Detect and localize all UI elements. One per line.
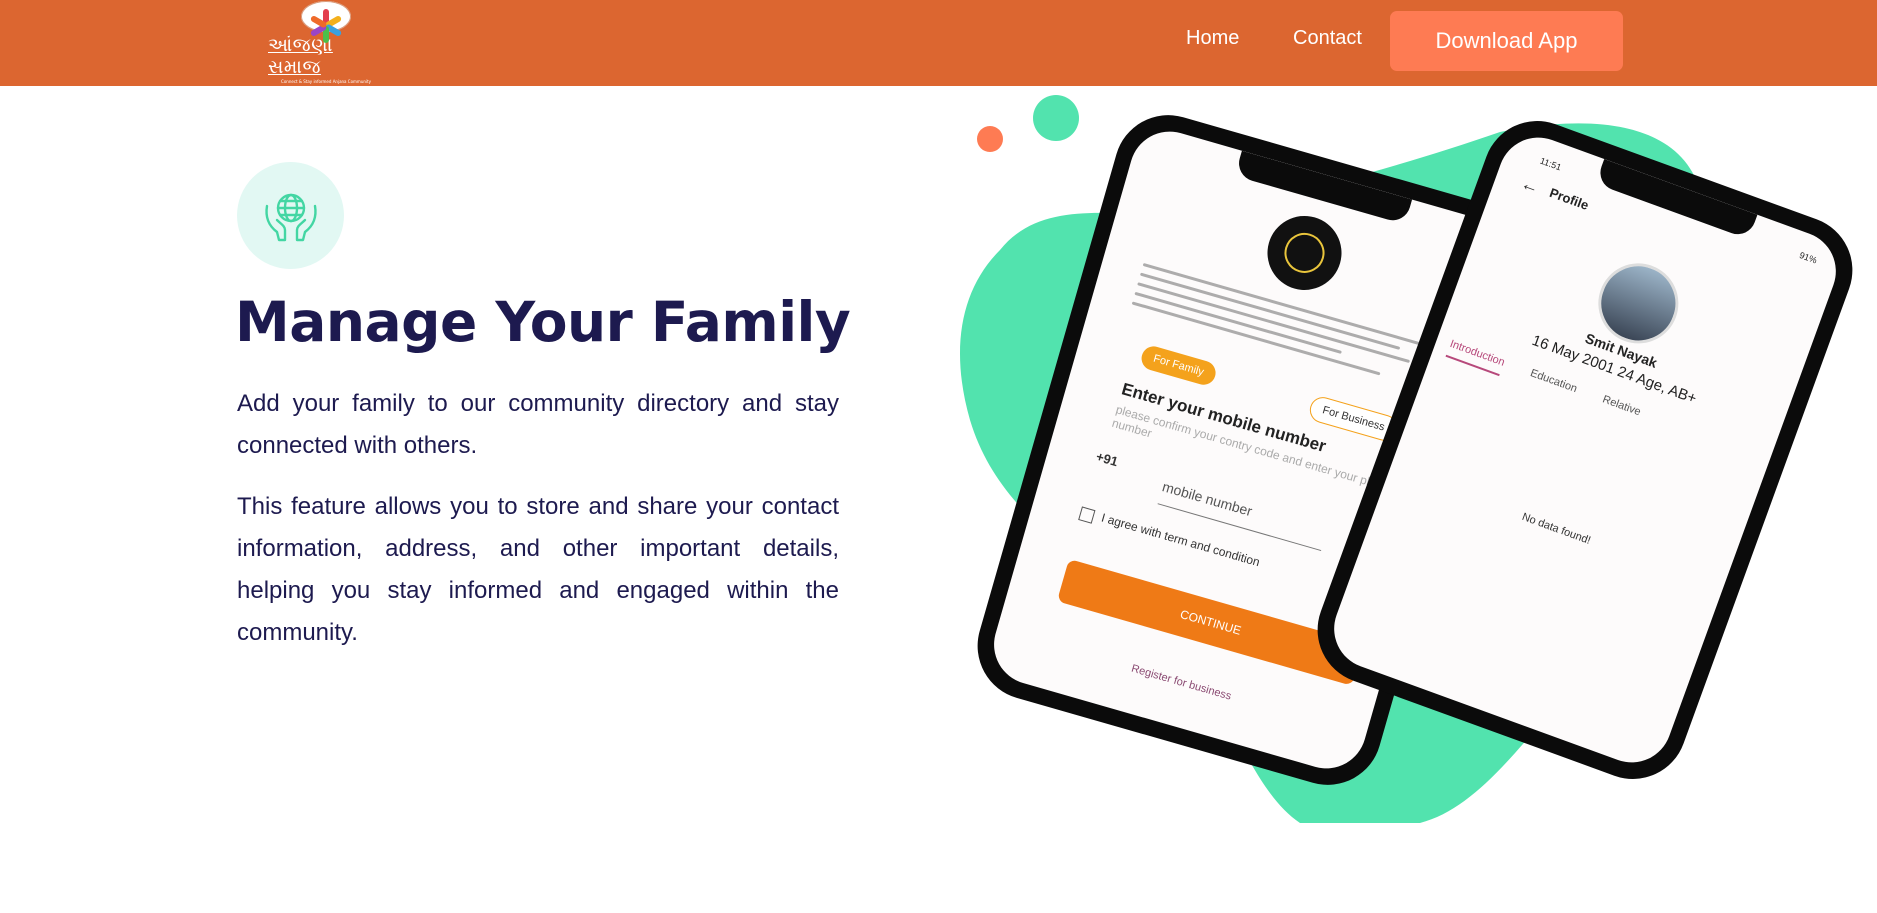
empty-state-text: No data found!: [1520, 510, 1593, 547]
terms-checkbox[interactable]: [1078, 506, 1096, 524]
status-battery: 91%: [1798, 249, 1819, 266]
back-arrow-icon[interactable]: ←: [1518, 173, 1542, 199]
country-code[interactable]: +91: [1094, 449, 1119, 470]
app-logo-icon: [1258, 207, 1351, 299]
orange-dot-decor: [977, 126, 1003, 152]
tab-relative[interactable]: Relative: [1598, 393, 1642, 425]
profile-title: Profile: [1547, 184, 1591, 213]
green-dot-decor: [1033, 95, 1079, 141]
tab-education[interactable]: Education: [1526, 367, 1579, 403]
tab-introduction[interactable]: Introduction: [1445, 337, 1507, 377]
status-time: 11:51: [1538, 155, 1563, 173]
for-family-chip[interactable]: For Family: [1138, 343, 1219, 388]
